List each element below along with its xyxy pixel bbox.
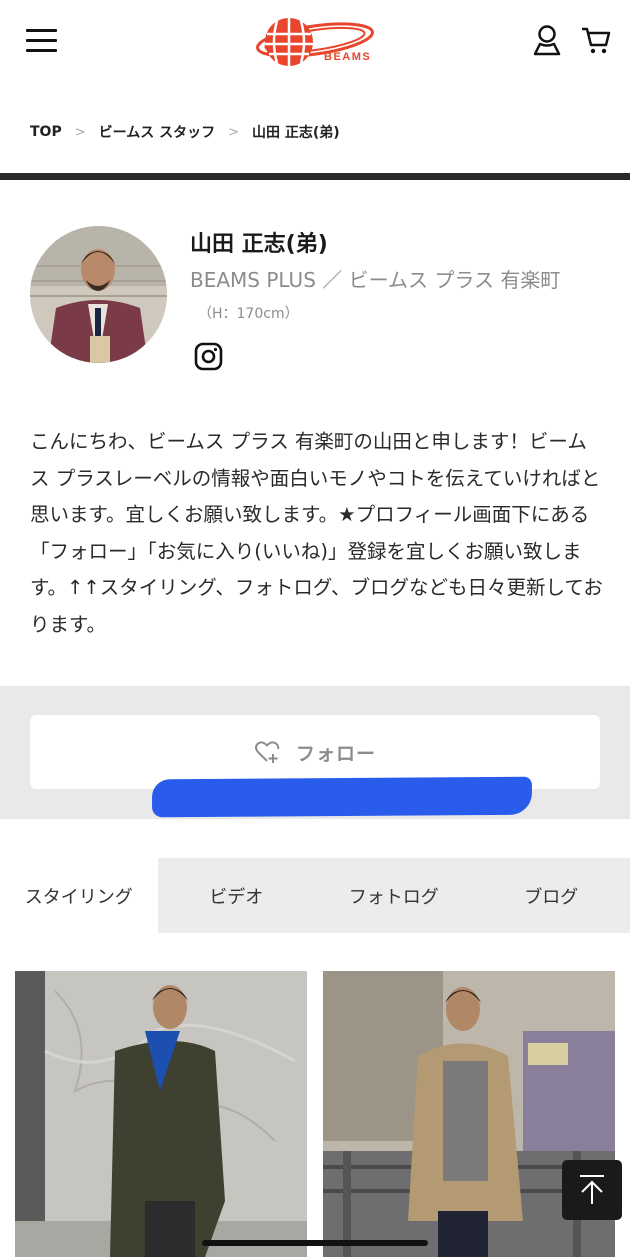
cart-icon	[582, 27, 611, 54]
avatar	[30, 226, 167, 363]
arrow-up-icon	[580, 1175, 604, 1204]
tab-photolog[interactable]: フォトログ	[315, 858, 473, 933]
cart-button[interactable]	[580, 24, 612, 56]
follow-label: フォロー	[295, 742, 376, 765]
instagram-link[interactable]	[194, 342, 223, 371]
breadcrumb-separator: >	[228, 124, 239, 140]
user-icon	[533, 25, 561, 56]
tab-blog[interactable]: ブログ	[473, 858, 630, 933]
back-to-top-button[interactable]	[562, 1160, 622, 1220]
breadcrumb-current: 山田 正志(弟)	[252, 125, 340, 141]
breadcrumb-staff[interactable]: ビームス スタッフ	[99, 122, 215, 142]
staff-bio: こんにちわ、ビームス プラス 有楽町の山田と申します！ビームス プラスレーベルの…	[30, 430, 603, 636]
staff-name: 山田 正志(弟)	[190, 232, 328, 257]
site-header: BEAMS	[0, 0, 630, 88]
breadcrumb-top[interactable]: TOP	[30, 124, 62, 140]
breadcrumb-separator: >	[74, 124, 86, 140]
instagram-icon	[194, 342, 223, 371]
redaction-mark	[151, 776, 533, 818]
account-button[interactable]	[532, 24, 562, 56]
staff-portrait	[30, 226, 167, 363]
tab-styling[interactable]: スタイリング	[0, 858, 158, 933]
hamburger-icon	[26, 29, 57, 32]
menu-button[interactable]	[26, 26, 58, 54]
tab-video[interactable]: ビデオ	[158, 858, 316, 933]
heart-plus-icon	[254, 741, 280, 763]
breadcrumb: TOP > ビームス スタッフ > 山田 正志(弟)	[30, 122, 340, 142]
beams-logo[interactable]: BEAMS	[255, 14, 375, 70]
staff-shop[interactable]: BEAMS PLUS ／ ビームス プラス 有楽町	[190, 264, 560, 293]
styling-photo-1[interactable]	[15, 971, 307, 1257]
home-indicator	[202, 1240, 428, 1246]
logo-text: BEAMS	[324, 51, 372, 63]
staff-height: （H：170cm）	[198, 306, 299, 322]
styling-photo-image	[15, 971, 307, 1257]
section-divider	[0, 173, 630, 180]
content-tabs: スタイリング ビデオ フォトログ ブログ	[0, 858, 630, 933]
